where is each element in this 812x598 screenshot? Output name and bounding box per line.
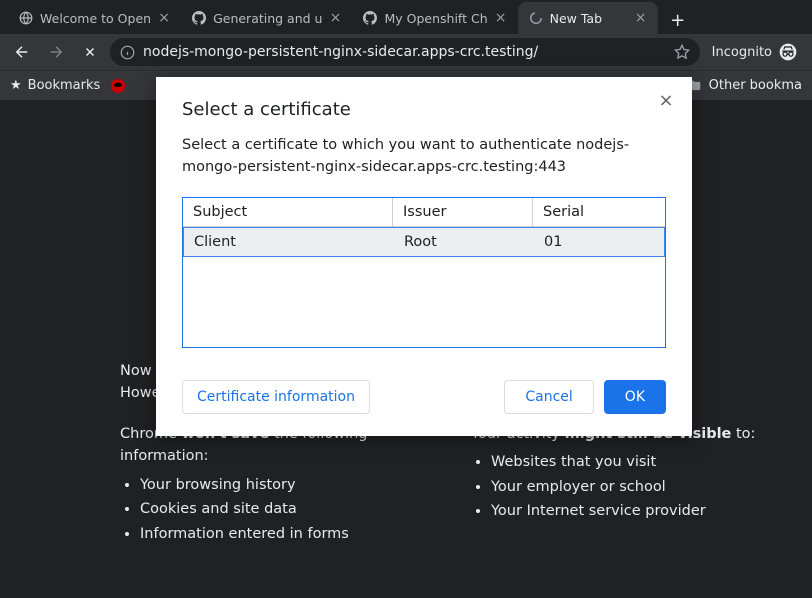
col-serial[interactable]: Serial [533, 198, 665, 226]
new-tab-button[interactable]: + [664, 6, 692, 34]
incognito-icon[interactable] [778, 42, 798, 62]
tab-title: My Openshift Ch [384, 11, 487, 26]
list-item: Cookies and site data [140, 498, 421, 520]
github-icon [191, 10, 207, 26]
stop-button[interactable] [76, 38, 104, 66]
certificate-dialog: × Select a certificate Select a certific… [156, 77, 692, 436]
certificate-table: Subject Issuer Serial Client Root 01 [182, 197, 666, 348]
incognito-indicator: Incognito [706, 42, 804, 62]
forward-button[interactable] [42, 38, 70, 66]
address-bar[interactable]: nodejs-mongo-persistent-nginx-sidecar.ap… [110, 38, 700, 66]
tab-2[interactable]: Generating and u × [181, 2, 352, 34]
cancel-button[interactable]: Cancel [504, 380, 593, 414]
star-icon: ★ [10, 78, 22, 93]
incognito-left-col: Chrome won't save the following informat… [120, 423, 421, 547]
bookmarks-label: Bookmarks [28, 78, 101, 93]
other-bookmarks-label: Other bookma [709, 78, 802, 93]
tab-4[interactable]: New Tab × [518, 2, 658, 34]
table-header: Subject Issuer Serial [183, 198, 665, 227]
tab-title: Generating and u [213, 11, 322, 26]
close-icon[interactable]: × [328, 11, 342, 25]
loading-spinner-icon [528, 10, 544, 26]
close-icon[interactable]: × [494, 11, 508, 25]
col-issuer[interactable]: Issuer [393, 198, 533, 226]
table-row[interactable]: Client Root 01 [183, 227, 665, 257]
dialog-actions: Certificate information Cancel OK [182, 380, 666, 414]
tab-title: Welcome to Open [40, 11, 151, 26]
other-bookmarks[interactable]: Other bookma [687, 78, 802, 93]
tab-title: New Tab [550, 11, 628, 26]
cell-serial: 01 [534, 228, 664, 256]
bookmark-star-icon[interactable] [674, 44, 690, 60]
dialog-message: Select a certificate to which you want t… [182, 134, 666, 179]
toolbar: nodejs-mongo-persistent-nginx-sidecar.ap… [0, 34, 812, 70]
certificate-info-button[interactable]: Certificate information [182, 380, 370, 414]
col-subject[interactable]: Subject [183, 198, 393, 226]
tab-3[interactable]: My Openshift Ch × [352, 2, 517, 34]
tab-strip: Welcome to Open × Generating and u × My … [0, 0, 812, 34]
list-item: Information entered in forms [140, 523, 421, 545]
list-item: Your browsing history [140, 474, 421, 496]
list-item: Your Internet service provider [491, 500, 772, 522]
back-button[interactable] [8, 38, 36, 66]
dialog-close-button[interactable]: × [656, 91, 676, 111]
tab-1[interactable]: Welcome to Open × [8, 2, 181, 34]
list-item: Your employer or school [491, 476, 772, 498]
bookmarks-menu[interactable]: ★ Bookmarks [10, 78, 100, 93]
github-icon [362, 10, 378, 26]
cell-issuer: Root [394, 228, 534, 256]
ok-button[interactable]: OK [604, 380, 666, 414]
globe-icon [18, 10, 34, 26]
incognito-right-col: Your activity might still be visible to:… [471, 423, 772, 547]
url-text: nodejs-mongo-persistent-nginx-sidecar.ap… [143, 44, 538, 60]
info-icon[interactable] [120, 45, 135, 60]
cell-subject: Client [184, 228, 394, 256]
close-icon[interactable]: × [157, 11, 171, 25]
close-icon[interactable]: × [634, 11, 648, 25]
incognito-label: Incognito [712, 45, 772, 60]
dialog-title: Select a certificate [182, 99, 666, 120]
table-body[interactable]: Client Root 01 [183, 227, 665, 347]
list-item: Websites that you visit [491, 451, 772, 473]
redhat-bookmark-icon[interactable] [110, 78, 126, 94]
